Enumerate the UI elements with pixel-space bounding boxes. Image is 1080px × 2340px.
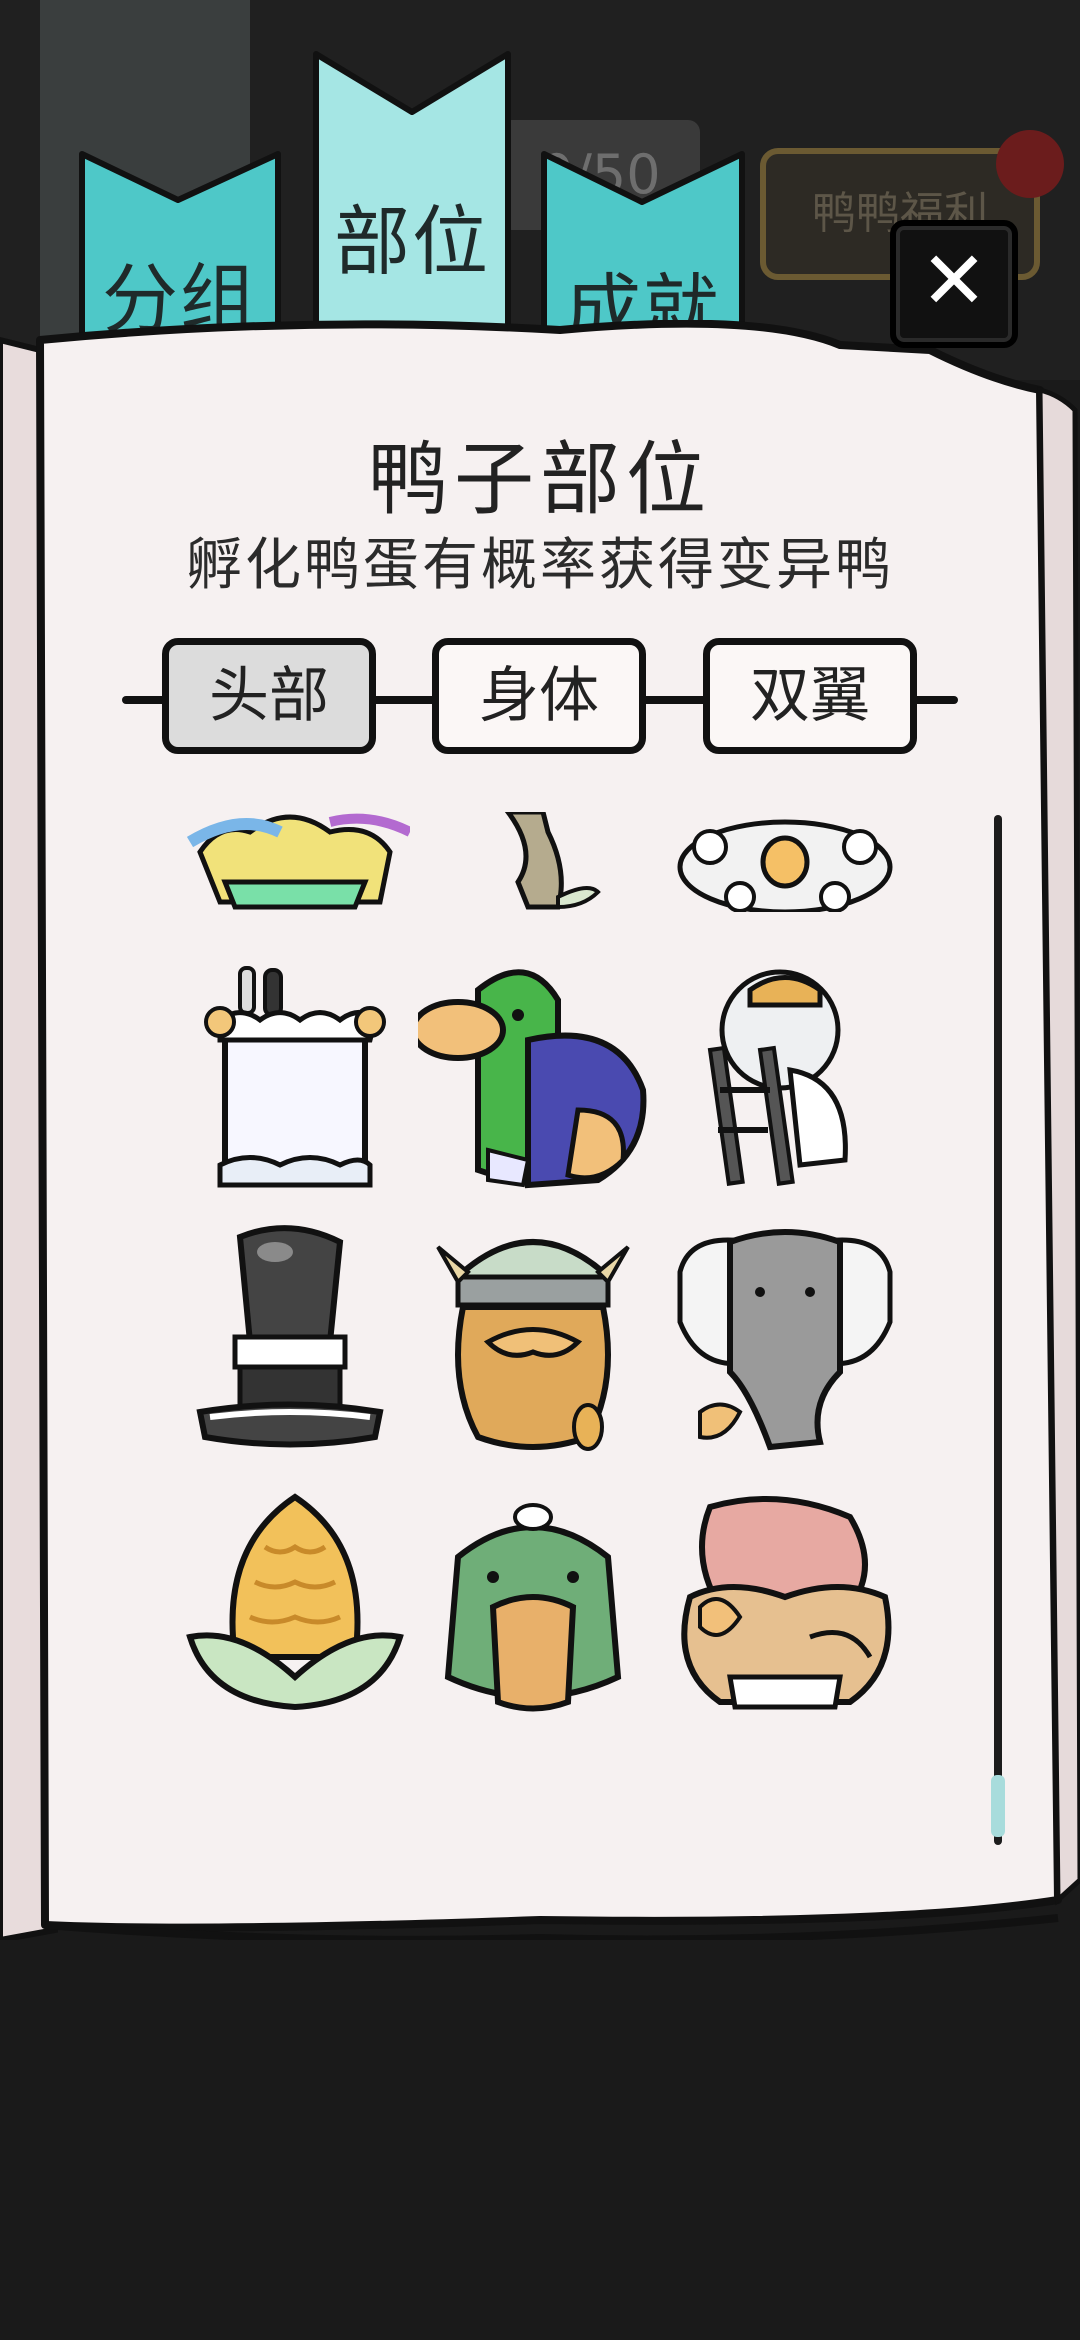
notification-dot [996, 130, 1064, 198]
tab-parts-label: 部位 [334, 197, 490, 286]
elephant-head-icon[interactable] [670, 1222, 900, 1452]
crocodile-head-icon[interactable] [418, 1487, 648, 1717]
scrollbar-track[interactable] [994, 815, 1002, 1845]
tree-branch-icon[interactable] [418, 812, 648, 912]
segment-body-button[interactable]: 身体 [432, 638, 646, 754]
ladder-hardhat-icon[interactable] [670, 960, 900, 1190]
viking-helmet-icon[interactable] [418, 1222, 648, 1452]
chicken-flock-icon[interactable] [670, 812, 900, 915]
rainbow-wig-icon[interactable] [180, 812, 413, 912]
ear-pile-icon[interactable] [670, 1487, 900, 1717]
close-button[interactable]: ✕ [890, 220, 1018, 348]
scrollbar-thumb[interactable] [991, 1775, 1005, 1837]
segment-head-button[interactable]: 头部 [162, 638, 376, 754]
parts-grid [150, 812, 930, 1732]
top-hat-icon[interactable] [180, 1222, 410, 1452]
page-subtitle: 孵化鸭蛋有概率获得变异鸭 [186, 533, 894, 598]
birthday-cake-icon[interactable] [180, 960, 410, 1190]
segment-wings-button[interactable]: 双翼 [703, 638, 917, 754]
close-icon: ✕ [920, 234, 988, 327]
page-title: 鸭子部位 [368, 433, 712, 526]
mallard-duck-icon[interactable] [410, 960, 648, 1190]
tab-parts[interactable]: 部位 [312, 50, 512, 340]
corn-icon[interactable] [180, 1487, 410, 1717]
